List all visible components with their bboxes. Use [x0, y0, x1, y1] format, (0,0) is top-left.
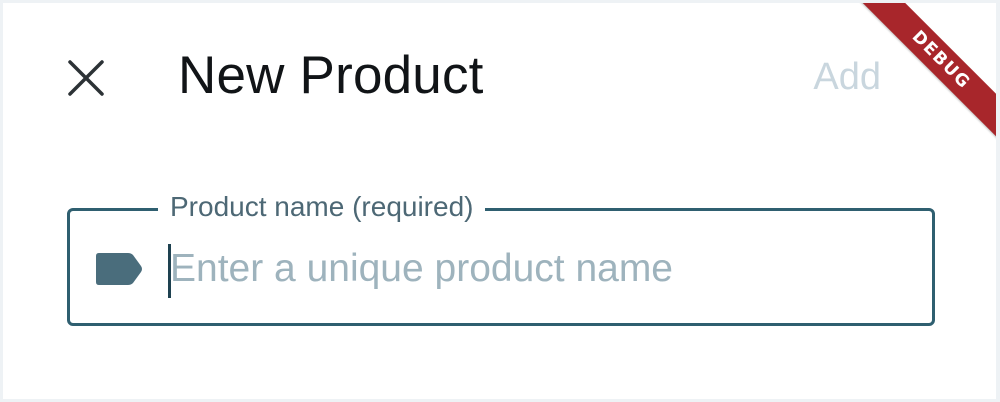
- product-name-field[interactable]: Product name (required): [67, 189, 935, 326]
- close-button[interactable]: [63, 55, 109, 101]
- add-button[interactable]: Add: [813, 53, 881, 101]
- product-name-input[interactable]: [170, 239, 910, 299]
- page-title: New Product: [178, 46, 484, 105]
- product-name-label: Product name (required): [158, 189, 486, 225]
- new-product-screen: New Product Add DEBUG Product name (requ…: [0, 0, 1000, 402]
- label-tag-icon: [96, 253, 142, 285]
- close-icon: [68, 60, 104, 96]
